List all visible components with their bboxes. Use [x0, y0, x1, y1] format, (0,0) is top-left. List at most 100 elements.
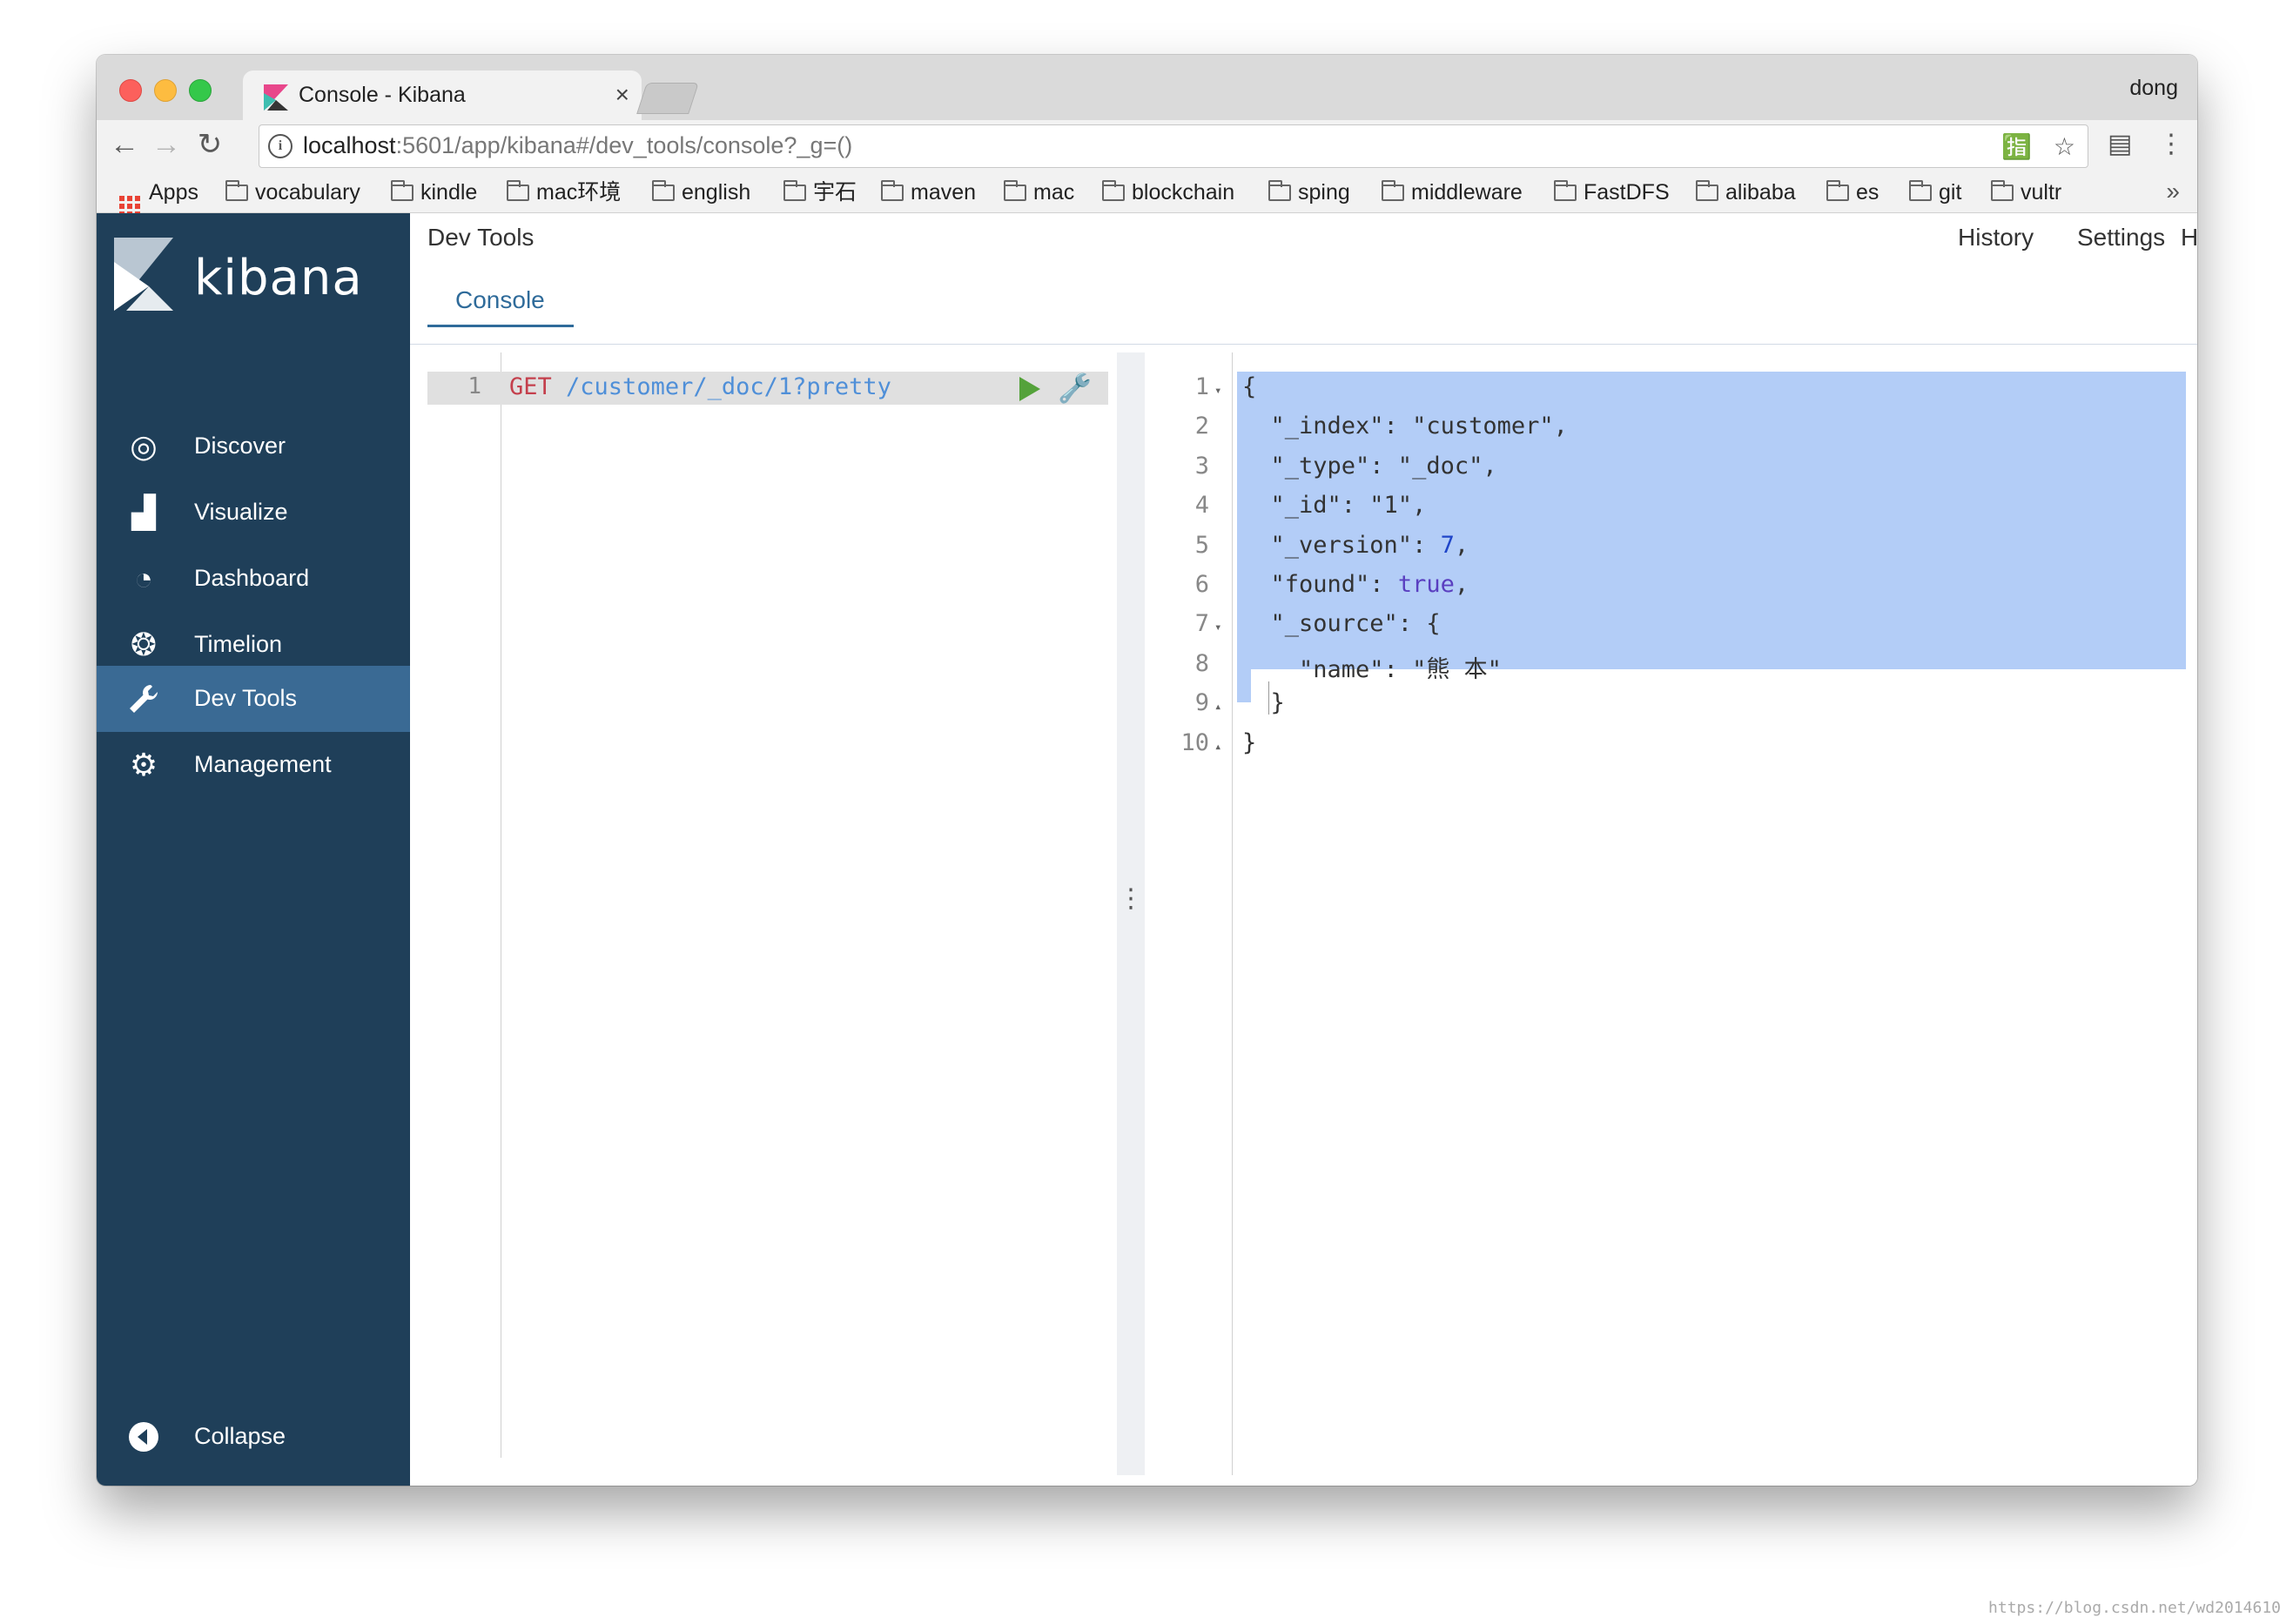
folder-icon [1102, 180, 1125, 201]
bookmark-folder[interactable]: blockchain [1102, 178, 1234, 207]
nav-label: Dev Tools [194, 685, 298, 711]
folder-icon [1004, 180, 1026, 201]
response-output[interactable]: 1 ▾ {2 "_index": "customer", 3 "_type": "_d… [1145, 352, 2197, 1475]
output-line: 2 "_index": "customer", [1145, 413, 2189, 446]
fold-toggle-icon[interactable]: ▾ [1214, 384, 1221, 398]
bookmark-apps[interactable]: Apps [119, 178, 198, 217]
nav-label: Management [194, 751, 332, 777]
fold-toggle-icon[interactable]: ▾ [1214, 621, 1221, 634]
bookmark-folder[interactable]: vultr [1991, 178, 2061, 207]
json-text: "_index": "customer", [1242, 413, 1568, 440]
output-line: 8 "name": "熊 本" [1145, 650, 2189, 683]
output-line: 4 "_id": "1", [1145, 492, 2189, 525]
nav-item-dashboard[interactable]: ◔ Dashboard [97, 546, 410, 612]
json-text: } [1242, 728, 1257, 756]
extension-icon[interactable]: ▤ [2108, 129, 2132, 159]
nav-label: Discover [194, 433, 286, 459]
folder-icon [225, 180, 248, 201]
request-line[interactable]: GET /customer/_doc/1?pretty [509, 373, 891, 400]
gear-icon: ⚙ [129, 747, 158, 782]
bookmark-folder[interactable]: kindle [391, 178, 477, 207]
nav-item-dev-tools[interactable]: Dev Tools [97, 666, 410, 732]
line-number: 3 [1194, 452, 1209, 480]
json-text: "_id": "1", [1242, 492, 1427, 520]
bookmark-folder[interactable]: vocabulary [225, 178, 360, 207]
json-text: } [1242, 689, 1285, 717]
collapse-button[interactable]: Collapse [97, 1404, 410, 1470]
translate-icon[interactable]: 🈯 [2001, 132, 2032, 161]
folder-icon [1909, 180, 1932, 201]
nav-item-visualize[interactable]: ▟ Visualize [97, 480, 410, 546]
editor-gutter [427, 352, 501, 1458]
json-text: "found": true, [1242, 571, 1469, 598]
json-text: "name": "熊 本" [1242, 655, 1502, 683]
line-number: 7 [1194, 610, 1209, 638]
bookmark-folder[interactable]: english [652, 178, 750, 207]
output-line: 1 ▾ { [1145, 373, 2189, 406]
bookmark-folder[interactable]: maven [881, 178, 976, 207]
bookmark-folder[interactable]: mac [1004, 178, 1074, 207]
zoom-window-button[interactable] [189, 79, 212, 102]
line-number: 9 [1194, 689, 1209, 717]
close-window-button[interactable] [119, 79, 142, 102]
forward-arrow-icon[interactable]: → [149, 127, 184, 162]
url-text[interactable]: localhost:5601/app/kibana#/dev_tools/con… [303, 132, 852, 159]
fold-toggle-icon[interactable]: ▴ [1214, 700, 1221, 714]
bookmarks-bar: Apps vocabulary kindle mac环境 english 宇石 … [97, 172, 2197, 217]
output-line: 7 ▾ "_source": { [1145, 610, 2189, 643]
tab-console[interactable]: Console [427, 265, 574, 327]
browser-tab-active[interactable]: Console - Kibana × [243, 70, 642, 121]
request-editor[interactable]: 1 GET /customer/_doc/1?pretty 🔧 [427, 352, 1108, 1458]
address-bar[interactable]: i localhost:5601/app/kibana#/dev_tools/c… [259, 124, 2088, 168]
browser-toolbar: ← → ↻ i localhost:5601/app/kibana#/dev_t… [97, 120, 2197, 172]
site-info-icon[interactable]: i [268, 134, 293, 158]
bookmark-folder[interactable]: mac环境 [507, 178, 621, 207]
nav-item-discover[interactable]: ◎ Discover [97, 413, 410, 480]
json-text: "_source": { [1242, 610, 1441, 638]
settings-link[interactable]: Settings [2077, 224, 2165, 252]
json-text: { [1242, 373, 1257, 400]
brand-name: kibana [194, 250, 363, 306]
compass-icon: ◎ [130, 428, 158, 464]
bookmark-star-icon[interactable]: ☆ [2054, 132, 2075, 161]
minimize-window-button[interactable] [154, 79, 177, 102]
bookmark-folder[interactable]: sping [1268, 178, 1350, 207]
history-link[interactable]: History [1958, 224, 2034, 252]
dashboard-icon: ◔ [134, 560, 153, 596]
line-number: 4 [1194, 492, 1209, 520]
bookmarks-overflow-icon[interactable]: » [2166, 178, 2180, 205]
nav-label: Collapse [194, 1423, 286, 1449]
bookmark-folder[interactable]: git [1909, 178, 1961, 207]
browser-menu-icon[interactable]: ⋮ [2158, 129, 2184, 159]
reload-icon[interactable]: ↻ [192, 127, 227, 162]
nav-label: Visualize [194, 499, 288, 525]
request-options-wrench-icon[interactable]: 🔧 [1058, 372, 1093, 405]
back-arrow-icon[interactable]: ← [107, 127, 142, 162]
folder-icon [1826, 180, 1849, 201]
bookmark-folder[interactable]: es [1826, 178, 1879, 207]
tab-close-icon[interactable]: × [615, 81, 629, 109]
fold-toggle-icon[interactable]: ▴ [1214, 740, 1221, 754]
json-text: "_type": "_doc", [1242, 452, 1497, 480]
bookmark-folder[interactable]: FastDFS [1554, 178, 1670, 207]
nav-label: Timelion [194, 631, 283, 657]
bookmark-folder[interactable]: middleware [1382, 178, 1523, 207]
nav-item-management[interactable]: ⚙ Management [97, 732, 410, 798]
kibana-logo-icon [114, 238, 173, 311]
help-link[interactable]: Help [2181, 224, 2197, 252]
tab-bar: Console - Kibana × dong [97, 55, 2197, 121]
folder-icon [1554, 180, 1577, 201]
pane-resize-handle[interactable]: ⋮ [1117, 352, 1145, 1475]
bookmark-folder[interactable]: 宇石 [783, 178, 857, 207]
folder-icon [391, 180, 414, 201]
timelion-icon: ❂ [130, 627, 158, 662]
folder-icon [783, 180, 806, 201]
page-title: Dev Tools [427, 224, 535, 251]
output-line: 6 "found": true, [1145, 571, 2189, 604]
new-tab-button[interactable] [636, 83, 699, 114]
profile-name[interactable]: dong [2129, 76, 2178, 101]
folder-icon [652, 180, 675, 201]
send-request-play-icon[interactable] [1019, 377, 1040, 401]
bookmark-folder[interactable]: alibaba [1696, 178, 1796, 207]
drag-handle-icon: ⋮ [1118, 884, 1144, 913]
